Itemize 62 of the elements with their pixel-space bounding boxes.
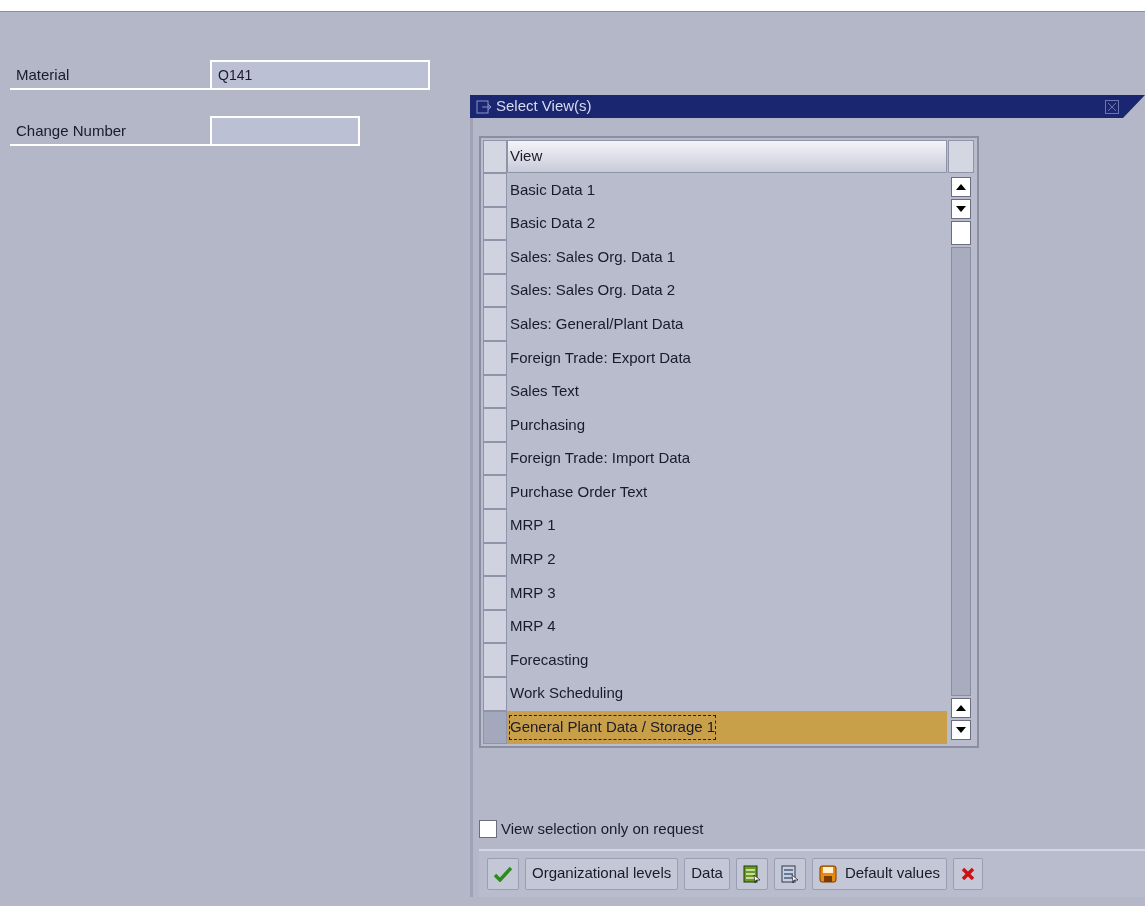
table-cell[interactable]: Sales Text (509, 379, 580, 404)
scroll-down-button[interactable] (951, 199, 971, 219)
table-cell[interactable]: MRP 3 (509, 580, 557, 606)
row-selector[interactable] (483, 173, 507, 207)
table-cell[interactable]: Foreign Trade: Import Data (509, 446, 692, 471)
checkbox[interactable] (479, 820, 497, 839)
scroll-down-button[interactable] (951, 720, 971, 741)
row-selector[interactable] (483, 542, 507, 577)
text-field[interactable]: Q141 (210, 60, 430, 90)
checkbox-label: View selection only on request (501, 819, 704, 840)
scroll-up-button[interactable] (951, 698, 971, 719)
row-selector[interactable] (483, 609, 507, 644)
table-cell[interactable]: Basic Data 2 (509, 211, 597, 236)
row-selector[interactable] (483, 576, 507, 610)
cancel-button[interactable] (953, 857, 983, 890)
table-cell[interactable]: Purchase Order Text (509, 479, 649, 505)
table-cell[interactable]: Sales: General/Plant Data (509, 311, 685, 337)
dialog-title: Select View(s) (496, 96, 593, 117)
select-all-button[interactable] (735, 857, 768, 890)
row-selector[interactable] (483, 408, 507, 442)
table-cell[interactable]: Basic Data 1 (509, 177, 597, 203)
table-cell[interactable]: MRP 4 (509, 614, 557, 639)
down-arrow-icon (956, 206, 966, 212)
row-selector[interactable] (483, 508, 507, 543)
toolbar-button[interactable]: Data (684, 857, 730, 890)
scroll-thumb[interactable] (951, 221, 971, 245)
scroll-up-button[interactable] (951, 177, 971, 197)
row-selector[interactable] (483, 273, 507, 308)
column-settings-cell[interactable] (948, 140, 974, 173)
text-field[interactable] (210, 116, 360, 146)
close-icon[interactable] (1105, 99, 1119, 114)
row-selector[interactable] (483, 240, 507, 274)
select-all-cell[interactable] (483, 140, 507, 173)
row-selector[interactable] (483, 441, 507, 476)
column-header[interactable]: View (507, 140, 947, 173)
row-selector[interactable] (483, 710, 507, 745)
dialog-icon (476, 99, 492, 114)
row-selector[interactable] (483, 475, 507, 509)
row-selector[interactable] (483, 374, 507, 409)
row-selector[interactable] (483, 676, 507, 711)
table-cell[interactable]: MRP 1 (509, 513, 557, 538)
row-selector[interactable] (483, 307, 507, 341)
checkmark-icon (494, 865, 512, 882)
row-selector[interactable] (483, 206, 507, 241)
check-button[interactable] (487, 857, 519, 890)
up-arrow-icon (956, 184, 966, 190)
toolbar-button[interactable]: Organizational levels (525, 857, 679, 890)
table-cell[interactable]: General Plant Data / Storage 1 (509, 715, 717, 740)
deselect-all-button[interactable] (773, 857, 806, 890)
default-values-button[interactable]: Default values (811, 857, 947, 890)
table-cell[interactable]: Foreign Trade: Export Data (509, 345, 692, 370)
table-cell[interactable]: Sales: Sales Org. Data 1 (509, 244, 677, 270)
table-cell[interactable]: Forecasting (509, 647, 590, 673)
table-cell[interactable]: Sales: Sales Org. Data 2 (509, 278, 677, 303)
row-selector[interactable] (483, 643, 507, 677)
table-cell[interactable]: Purchasing (509, 412, 587, 438)
table-cell[interactable]: Work Scheduling (509, 681, 625, 706)
down-arrow-icon (956, 727, 966, 734)
up-arrow-icon (956, 705, 966, 712)
table-cell[interactable]: MRP 2 (509, 547, 557, 572)
row-selector[interactable] (483, 340, 507, 375)
close-icon (960, 865, 976, 882)
